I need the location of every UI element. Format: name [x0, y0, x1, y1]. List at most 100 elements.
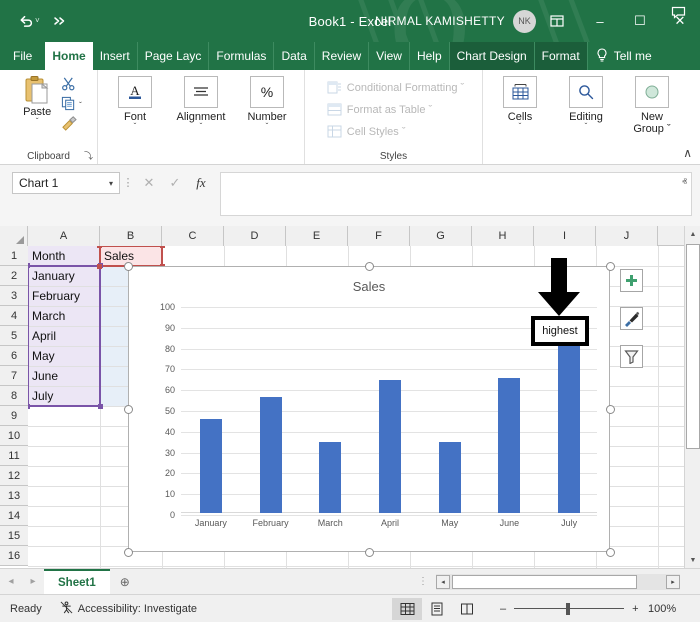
- button-caret-icon[interactable]: ˇ: [266, 123, 269, 131]
- column-header-J[interactable]: J: [596, 226, 658, 246]
- row-header-10[interactable]: 10: [0, 426, 28, 446]
- format-painter-icon[interactable]: [61, 115, 77, 136]
- row-header-1[interactable]: 1: [0, 246, 28, 266]
- tab-format[interactable]: Format: [534, 42, 588, 70]
- row-header-16[interactable]: 16: [0, 546, 28, 566]
- chart-handle-ml[interactable]: [123, 404, 133, 414]
- hscroll-right-button[interactable]: ▸: [666, 575, 680, 589]
- selection-handle-series-2[interactable]: [97, 264, 102, 269]
- quick-access-more-icon[interactable]: [47, 12, 71, 30]
- row-header-12[interactable]: 12: [0, 466, 28, 486]
- zoom-thumb[interactable]: [566, 602, 571, 615]
- expand-formula-bar-button[interactable]: ⱏ: [682, 177, 687, 188]
- alignment-group-button[interactable]: Alignment ˇ: [168, 73, 234, 131]
- chart-handle-br[interactable]: [605, 547, 615, 557]
- row-header-14[interactable]: 14: [0, 506, 28, 526]
- row-header-7[interactable]: 7: [0, 366, 28, 386]
- row-header-8[interactable]: 8: [0, 386, 28, 406]
- highest-annotation[interactable]: highest: [531, 316, 589, 346]
- tab-view[interactable]: View: [369, 42, 410, 70]
- chart-filters-button[interactable]: [620, 345, 643, 368]
- tab-home[interactable]: Home: [45, 42, 93, 70]
- editing-group-button[interactable]: Editing ˇ: [553, 73, 619, 131]
- chart-handle-tl[interactable]: [123, 261, 133, 271]
- row-header-4[interactable]: 4: [0, 306, 28, 326]
- tab-chart-design[interactable]: Chart Design: [449, 42, 535, 70]
- chart-bar-june[interactable]: [498, 377, 521, 513]
- row-header-15[interactable]: 15: [0, 526, 28, 546]
- chart-bar-january[interactable]: [199, 419, 222, 513]
- column-header-F[interactable]: F: [348, 226, 410, 246]
- column-header-A[interactable]: A: [28, 226, 100, 246]
- row-header-2[interactable]: 2: [0, 266, 28, 286]
- next-sheet-button[interactable]: ▸: [22, 576, 44, 587]
- tab-help[interactable]: Help: [410, 42, 450, 70]
- name-box-caret-icon[interactable]: ▾: [109, 179, 113, 188]
- minimize-button[interactable]: –: [580, 0, 620, 42]
- avatar[interactable]: NK: [513, 9, 536, 33]
- column-header-C[interactable]: C: [162, 226, 224, 246]
- tab-file[interactable]: File: [0, 42, 45, 70]
- scroll-up-button[interactable]: ▲: [685, 226, 700, 242]
- insert-function-button[interactable]: fx: [188, 172, 214, 194]
- scroll-down-button[interactable]: ▼: [685, 552, 700, 568]
- horizontal-scrollbar[interactable]: ◂ ▸: [436, 574, 680, 590]
- chart-handle-bl[interactable]: [123, 547, 133, 557]
- font-group-button[interactable]: A Font ˇ: [102, 73, 168, 131]
- hscroll-left-button[interactable]: ◂: [436, 575, 450, 589]
- row-header-6[interactable]: 6: [0, 346, 28, 366]
- normal-view-button[interactable]: [392, 597, 422, 620]
- paste-caret-icon[interactable]: ˇ: [36, 118, 39, 126]
- page-break-view-button[interactable]: [452, 598, 482, 620]
- new-group-button[interactable]: New Group ˇ: [619, 73, 685, 135]
- tab-page-layc[interactable]: Page Layc: [138, 42, 210, 70]
- cancel-formula-button[interactable]: ✕: [136, 172, 162, 194]
- prev-sheet-button[interactable]: ◂: [0, 576, 22, 587]
- vertical-scroll-thumb[interactable]: [686, 244, 700, 449]
- select-all-button[interactable]: [0, 226, 28, 246]
- add-sheet-button[interactable]: ⊕: [110, 575, 140, 589]
- button-caret-icon[interactable]: ˇ: [134, 123, 137, 131]
- page-layout-view-button[interactable]: [422, 598, 452, 620]
- style-item-cell-styles[interactable]: Cell Styles ˇ: [323, 121, 405, 143]
- column-header-D[interactable]: D: [224, 226, 286, 246]
- row-header-13[interactable]: 13: [0, 486, 28, 506]
- button-caret-icon[interactable]: ˇ: [200, 123, 203, 131]
- chart-handle-tc[interactable]: [364, 261, 374, 271]
- name-box[interactable]: Chart 1 ▾: [12, 172, 120, 194]
- cell-A1[interactable]: Month: [28, 246, 100, 266]
- chart-bar-april[interactable]: [379, 379, 401, 513]
- style-item-conditional-formatting[interactable]: Conditional Formatting ˇ: [323, 77, 464, 99]
- row-header-9[interactable]: 9: [0, 406, 28, 426]
- chart-handle-bc[interactable]: [364, 547, 374, 557]
- accessibility-status[interactable]: Accessibility: Investigate: [42, 601, 197, 617]
- copy-caret-icon[interactable]: ˇ: [79, 101, 82, 110]
- collapse-ribbon-button[interactable]: ∧: [683, 146, 692, 160]
- chart-bar-march[interactable]: [319, 442, 342, 513]
- zoom-in-button[interactable]: +: [632, 603, 638, 615]
- row-header-11[interactable]: 11: [0, 446, 28, 466]
- confirm-formula-button[interactable]: ✓: [162, 172, 188, 194]
- chart-bar-may[interactable]: [438, 442, 461, 513]
- column-header-B[interactable]: B: [100, 226, 162, 246]
- tab-formulas[interactable]: Formulas: [209, 42, 275, 70]
- style-item-format-as-table[interactable]: Format as Table ˇ: [323, 99, 432, 121]
- selection-handle-category-3[interactable]: [98, 404, 103, 409]
- column-header-I[interactable]: I: [534, 226, 596, 246]
- maximize-button[interactable]: ☐: [620, 0, 660, 42]
- cells-group-button[interactable]: Cells ˇ: [487, 73, 553, 131]
- zoom-level[interactable]: 100%: [648, 603, 676, 615]
- zoom-out-button[interactable]: –: [500, 603, 506, 615]
- scissors-icon[interactable]: [61, 76, 76, 96]
- ribbon-display-options-icon[interactable]: [550, 14, 564, 28]
- chart-handle-tr[interactable]: [605, 261, 615, 271]
- paste-button[interactable]: Paste ˇ: [15, 75, 59, 134]
- zoom-slider[interactable]: [514, 602, 625, 615]
- tab-insert[interactable]: Insert: [93, 42, 138, 70]
- row-header-3[interactable]: 3: [0, 286, 28, 306]
- formula-input[interactable]: ⱏ: [220, 172, 692, 216]
- undo-icon[interactable]: ˅: [14, 11, 45, 31]
- sheet-tab-sheet1[interactable]: Sheet1: [44, 568, 110, 595]
- tab-data[interactable]: Data: [274, 42, 315, 70]
- vertical-scrollbar[interactable]: ▲ ▼: [684, 226, 700, 568]
